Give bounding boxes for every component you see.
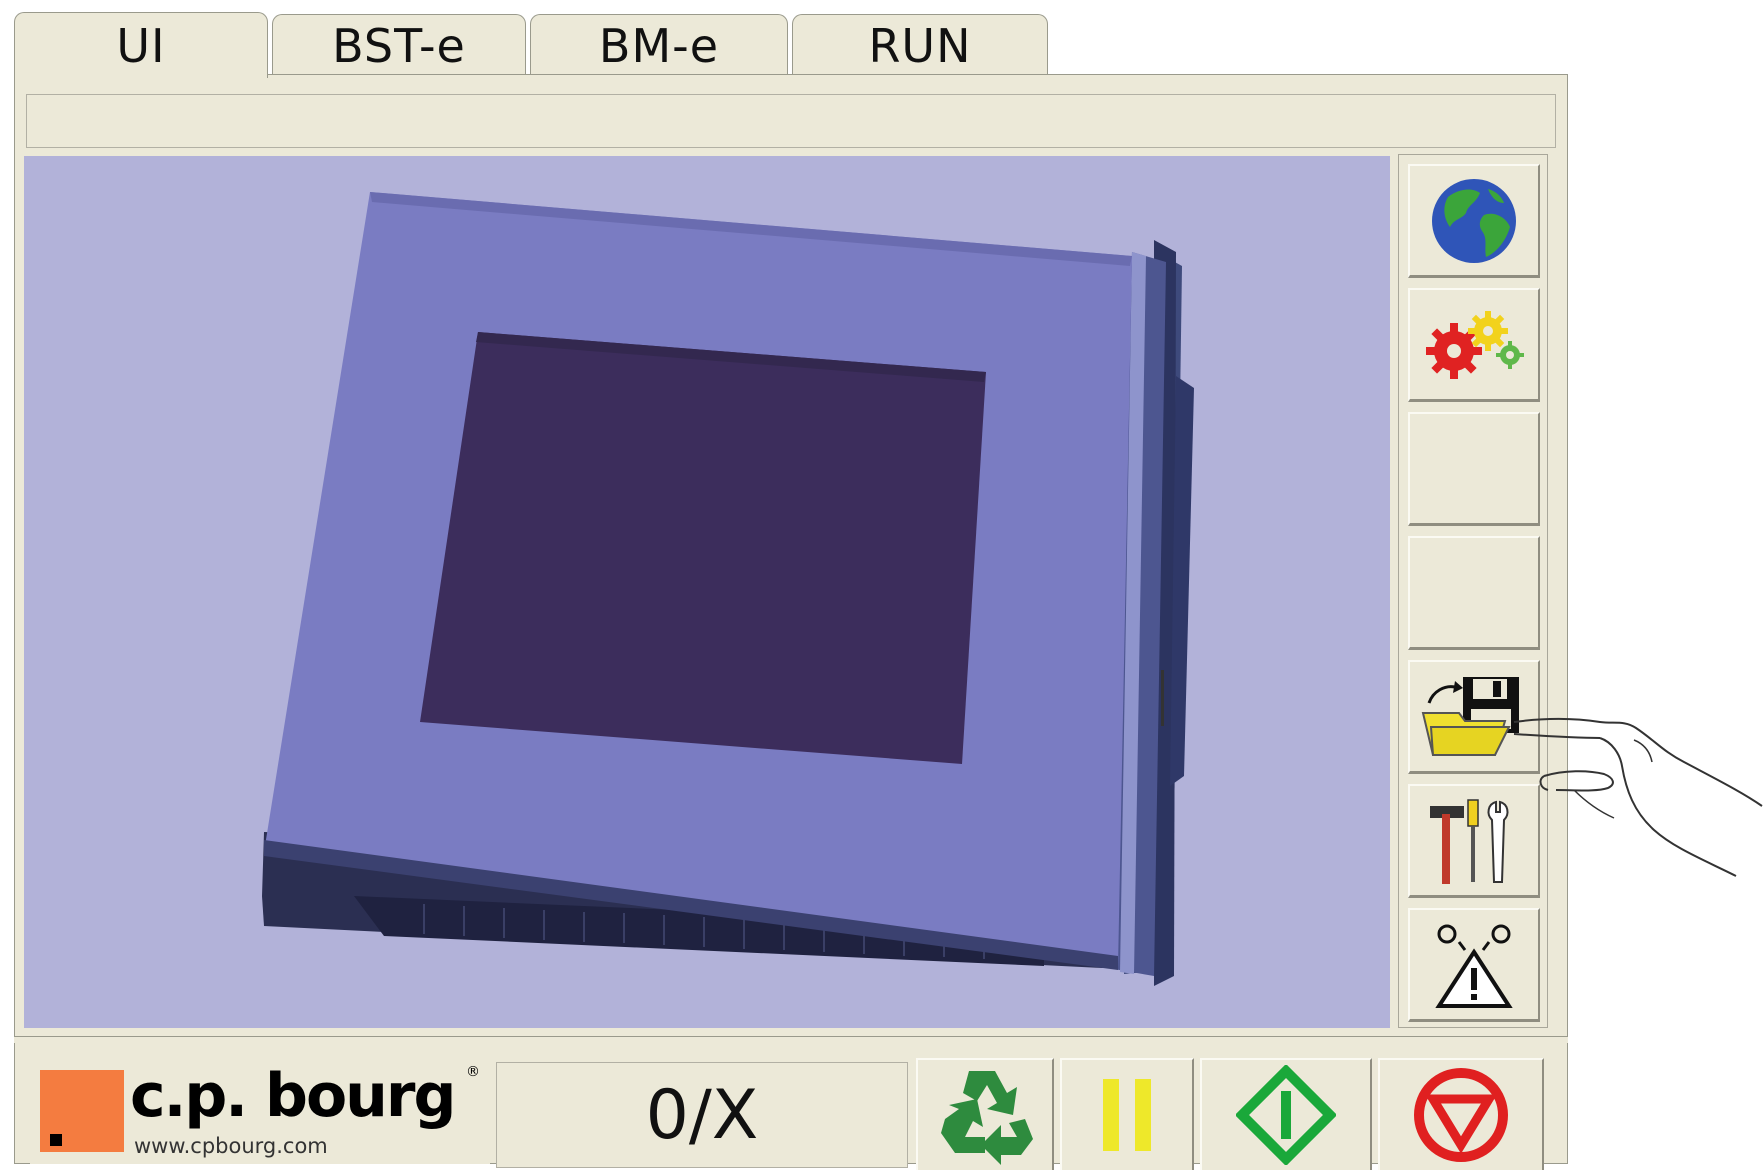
touchscreen-device-illustration <box>262 192 1194 986</box>
globe-icon <box>1432 178 1516 263</box>
sidebar-empty-button-2[interactable] <box>1408 536 1540 650</box>
logo-registered-mark: ® <box>466 1064 480 1080</box>
tab-bst-e-label: BST-e <box>332 18 466 73</box>
start-icon <box>1236 1065 1336 1165</box>
device-viewport <box>24 156 1390 1028</box>
pause-icon <box>1103 1079 1151 1151</box>
gears-icon <box>1426 310 1524 379</box>
tab-bst-e[interactable]: BST-e <box>272 14 526 76</box>
warning-icon <box>1435 924 1513 1008</box>
status-bar <box>26 94 1556 148</box>
tab-ui-label: UI <box>116 18 166 73</box>
stop-icon <box>1414 1068 1508 1162</box>
sidebar-empty-button-1[interactable] <box>1408 412 1540 526</box>
tab-bm-e-label: BM-e <box>598 18 720 73</box>
footer-divider <box>14 1036 1568 1043</box>
logo-name: c.p. bourg <box>130 1061 456 1131</box>
recycle-button[interactable] <box>916 1058 1054 1170</box>
company-logo: c.p. bourg ® www.cpbourg.com <box>30 1058 490 1164</box>
stop-button[interactable] <box>1378 1058 1544 1170</box>
settings-button[interactable] <box>1408 288 1540 402</box>
logo-mark <box>40 1070 124 1152</box>
recycle-icon <box>941 1071 1033 1165</box>
tab-run[interactable]: RUN <box>792 14 1048 76</box>
logo-url: www.cpbourg.com <box>134 1134 328 1158</box>
language-button[interactable] <box>1408 164 1540 278</box>
job-counter: 0/X <box>496 1062 908 1168</box>
tab-bm-e[interactable]: BM-e <box>530 14 788 76</box>
text-cursor-mark <box>1161 670 1164 726</box>
maintenance-alert-button[interactable] <box>1408 908 1540 1022</box>
start-button[interactable] <box>1200 1058 1372 1170</box>
tab-ui[interactable]: UI <box>14 12 268 78</box>
pause-button[interactable] <box>1060 1058 1194 1170</box>
pointing-hand-illustration <box>1513 718 1763 877</box>
tab-run-label: RUN <box>868 18 972 73</box>
